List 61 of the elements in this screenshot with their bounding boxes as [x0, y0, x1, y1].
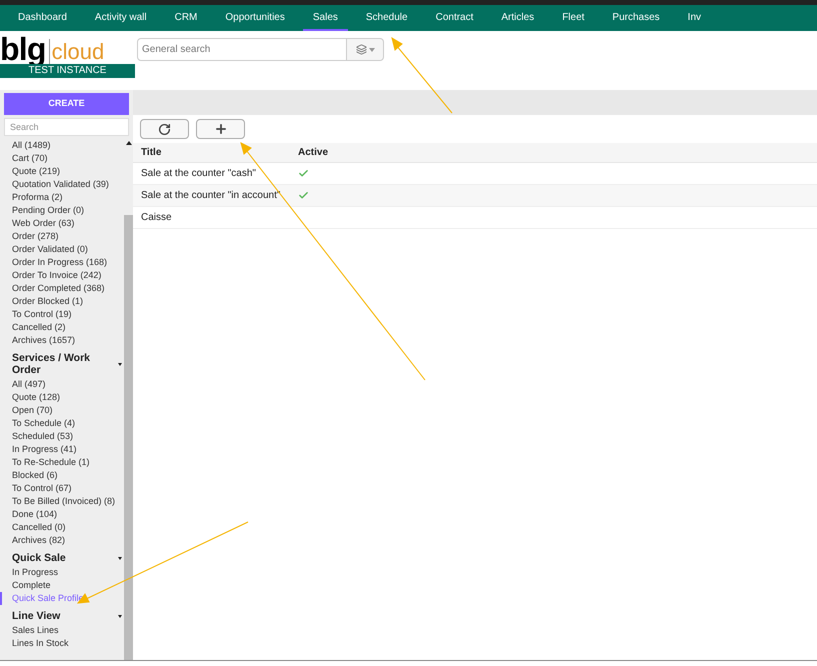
- sidebar-item[interactable]: Quotation Validated (39): [0, 178, 124, 191]
- sidebar-item[interactable]: Order Validated (0): [0, 243, 124, 256]
- nav-link[interactable]: CRM: [164, 5, 208, 31]
- sidebar-item[interactable]: Archives (82): [0, 534, 124, 547]
- column-header[interactable]: Active: [290, 145, 328, 160]
- sidebar-item[interactable]: Web Order (63): [0, 217, 124, 230]
- create-button[interactable]: CREATE: [4, 93, 129, 115]
- sidebar-item[interactable]: Cart (70): [0, 152, 124, 165]
- sidebar-search-field[interactable]: Search: [4, 118, 129, 136]
- sidebar-item[interactable]: Proforma (2): [0, 191, 124, 204]
- sidebar-item[interactable]: In Progress (41): [0, 443, 124, 456]
- nav-link[interactable]: Schedule: [356, 5, 418, 31]
- sidebar-item[interactable]: Blocked (6): [0, 469, 124, 482]
- table-cell-text: Sale at the counter "cash": [140, 167, 257, 181]
- add-button[interactable]: [196, 119, 245, 139]
- sidebar-item[interactable]: Cancelled (0): [0, 521, 124, 534]
- sidebar-item[interactable]: Done (104): [0, 508, 124, 521]
- sidebar-item[interactable]: Scheduled (53): [0, 430, 124, 443]
- layers-icon: [356, 44, 366, 55]
- sidebar-item[interactable]: All (1489): [0, 139, 124, 152]
- refresh-button[interactable]: [140, 119, 189, 139]
- sidebar-item[interactable]: To Re-Schedule (1): [0, 456, 124, 469]
- sidebar-item[interactable]: Complete: [0, 579, 124, 592]
- sidebar-item[interactable]: Sales Lines: [0, 624, 124, 637]
- plus-icon: [214, 122, 228, 136]
- nav-link[interactable]: Articles: [491, 5, 544, 31]
- table-cell-text: Sale at the counter "in account": [140, 189, 282, 203]
- sidebar-item[interactable]: Order In Progress (168): [0, 256, 124, 269]
- layers-dropdown-button[interactable]: [347, 38, 384, 61]
- sidebar-item[interactable]: In Progress: [0, 566, 124, 579]
- logo-text: blg: [0, 33, 46, 65]
- table-cell-text: Caisse: [140, 211, 173, 225]
- column-header[interactable]: Title: [133, 145, 290, 160]
- sidebar-item[interactable]: Open (70): [0, 404, 124, 417]
- sidebar-item[interactable]: Order To Invoice (242): [0, 269, 124, 282]
- sidebar-item[interactable]: To Schedule (4): [0, 417, 124, 430]
- sidebar-item[interactable]: Order (278): [0, 230, 124, 243]
- sidebar-item[interactable]: All (497): [0, 378, 124, 391]
- nav-link[interactable]: Fleet: [552, 5, 594, 31]
- sidebar-item[interactable]: To Be Billed (Invoiced) (8): [0, 495, 124, 508]
- sidebar-item[interactable]: To Control (19): [0, 308, 124, 321]
- sidebar-item[interactable]: Pending Order (0): [0, 204, 124, 217]
- nav-link[interactable]: Purchases: [602, 5, 670, 31]
- nav-link[interactable]: Sales: [302, 5, 348, 31]
- nav-link[interactable]: Inv: [678, 5, 712, 31]
- nav-link[interactable]: Dashboard: [8, 5, 77, 31]
- nav-link[interactable]: Activity wall: [84, 5, 157, 31]
- search-field[interactable]: General search: [137, 38, 347, 61]
- instance-banner: TEST INSTANCE: [0, 64, 135, 78]
- sidebar-item[interactable]: Order Blocked (1): [0, 295, 124, 308]
- sidebar-item[interactable]: Archives (1657): [0, 334, 124, 347]
- sidebar-item[interactable]: To Control (67): [0, 482, 124, 495]
- sidebar-item[interactable]: Lines In Stock: [0, 637, 124, 650]
- nav-link[interactable]: Opportunities: [215, 5, 295, 31]
- sidebar-item[interactable]: Cancelled (2): [0, 321, 124, 334]
- refresh-icon: [158, 122, 171, 136]
- caret-icon: [368, 48, 374, 52]
- sidebar-item[interactable]: Order Completed (368): [0, 282, 124, 295]
- sidebar-item[interactable]: Quote (219): [0, 165, 124, 178]
- nav-link[interactable]: Contract: [426, 5, 484, 31]
- sidebar-item[interactable]: Quote (128): [0, 391, 124, 404]
